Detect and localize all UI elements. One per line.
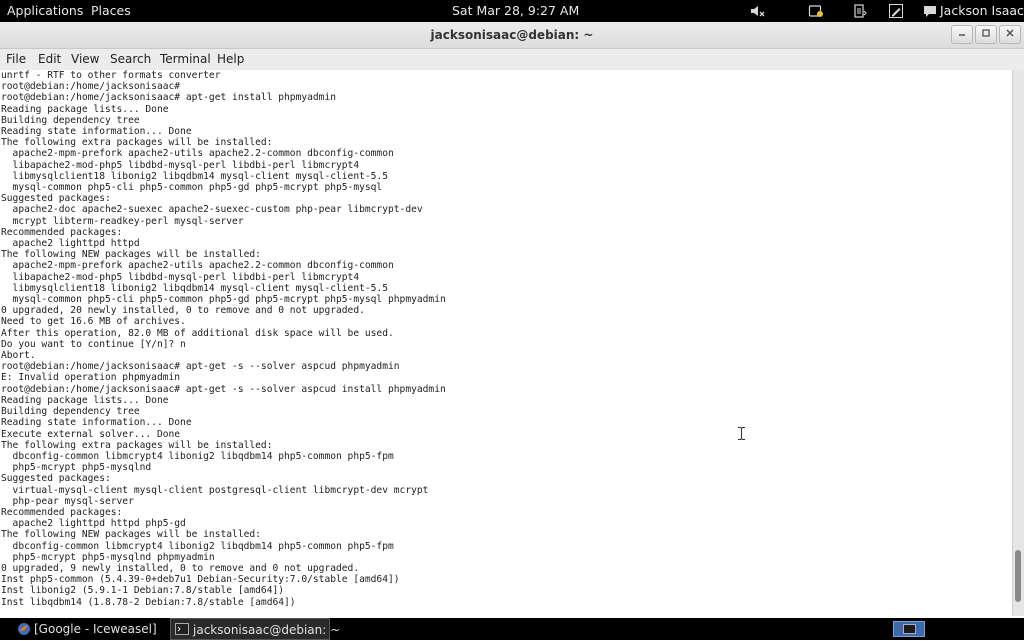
chat-bubble-icon[interactable] xyxy=(922,3,938,19)
terminal-line: virtual-mysql-client mysql-client postgr… xyxy=(1,484,429,496)
terminal-line: apache2 lighttpd httpd php5-gd xyxy=(1,518,186,530)
window-title: jacksonisaac@debian: ~ xyxy=(430,28,594,42)
terminal-line: Reading package lists... Done xyxy=(1,103,169,115)
terminal-line: apache2 lighttpd httpd xyxy=(1,238,140,250)
terminal-line: apache2-mpm-prefork apache2-utils apache… xyxy=(1,260,394,272)
menu-edit[interactable]: Edit xyxy=(38,52,61,66)
minimize-button[interactable] xyxy=(951,25,973,44)
clock[interactable]: Sat Mar 28, 9:27 AM xyxy=(452,3,579,19)
iceweasel-icon xyxy=(18,623,30,635)
terminal-line: dbconfig-common libmcrypt4 libonig2 libq… xyxy=(1,450,394,462)
terminal-line: Abort. xyxy=(1,350,36,362)
terminal-line: root@debian:/home/jacksonisaac# apt-get … xyxy=(1,383,446,395)
terminal-line: Building dependency tree xyxy=(1,114,140,126)
applications-menu[interactable]: Applications xyxy=(7,3,83,19)
terminal-line: Inst libonig2 (5.9.1-1 Debian:7.8/stable… xyxy=(1,585,285,597)
taskbar-item-label: [Google - Iceweasel] xyxy=(34,622,157,636)
terminal-line: After this operation, 82.0 MB of additio… xyxy=(1,327,394,339)
terminal-line: Recommended packages: xyxy=(1,226,123,238)
taskbar-item-label: jacksonisaac@debian: ~ xyxy=(193,623,341,637)
terminal-line: E: Invalid operation phpmyadmin xyxy=(1,372,181,384)
terminal-line: libapache2-mod-php5 libdbd-mysql-perl li… xyxy=(1,271,360,283)
maximize-icon xyxy=(982,29,990,37)
close-icon xyxy=(1006,29,1014,37)
terminal-icon xyxy=(175,623,189,635)
terminal-line: dbconfig-common libmcrypt4 libonig2 libq… xyxy=(1,540,394,552)
taskbar-item-iceweasel[interactable]: [Google - Iceweasel] xyxy=(14,618,169,640)
terminal-line: php5-mcrypt php5-mysqlnd xyxy=(1,462,152,474)
menu-terminal[interactable]: Terminal xyxy=(160,52,211,66)
taskbar: [Google - Iceweasel] jacksonisaac@debian… xyxy=(0,618,1024,640)
terminal-line: mysql-common php5-cli php5-common php5-g… xyxy=(1,294,446,306)
terminal-line: Suggested packages: xyxy=(1,473,111,485)
text-cursor-icon xyxy=(738,427,745,440)
terminal-line: php5-mcrypt php5-mysqlnd phpmyadmin xyxy=(1,551,215,563)
volume-muted-icon[interactable] xyxy=(749,3,765,19)
terminal-line: Building dependency tree xyxy=(1,406,140,418)
terminal-line: apache2-mpm-prefork apache2-utils apache… xyxy=(1,148,394,160)
places-menu[interactable]: Places xyxy=(91,3,131,19)
terminal-line: Do you want to continue [Y/n]? n xyxy=(1,338,186,350)
maximize-button[interactable] xyxy=(975,25,997,44)
terminal-output-area[interactable]: unrtf - RTF to other formats converter ro… xyxy=(0,70,1012,616)
user-menu[interactable]: Jackson Isaac xyxy=(940,3,1024,19)
terminal-line: root@debian:/home/jacksonisaac# apt-get … xyxy=(1,361,400,373)
terminal-line: Reading state information... Done xyxy=(1,417,192,429)
terminal-line: root@debian:/home/jacksonisaac# apt-get … xyxy=(1,92,337,104)
terminal-line: Inst libqdbm14 (1.8.78-2 Debian:7.8/stab… xyxy=(1,596,296,608)
terminal-line: apache2-doc apache2-suexec apache2-suexe… xyxy=(1,204,423,216)
terminal-line: 0 upgraded, 20 newly installed, 0 to rem… xyxy=(1,305,365,317)
terminal-line: 0 upgraded, 9 newly installed, 0 to remo… xyxy=(1,562,360,574)
taskbar-item-terminal[interactable]: jacksonisaac@debian: ~ xyxy=(170,618,340,640)
scrollbar-thumb[interactable] xyxy=(1015,550,1021,602)
terminal-line: The following NEW packages will be insta… xyxy=(1,249,261,261)
menu-file[interactable]: File xyxy=(6,52,26,66)
menu-search[interactable]: Search xyxy=(110,52,151,66)
minimize-icon xyxy=(959,34,965,36)
terminal-line: unrtf - RTF to other formats converter xyxy=(1,70,221,81)
terminal-line: libmysqlclient18 libonig2 libqdbm14 mysq… xyxy=(1,170,388,182)
terminal-line: Reading state information... Done xyxy=(1,126,192,138)
menu-help[interactable]: Help xyxy=(217,52,244,66)
close-button[interactable] xyxy=(999,25,1021,44)
terminal-text: unrtf - RTF to other formats converter ro… xyxy=(0,70,1012,608)
workspace-window-thumbnail xyxy=(903,624,916,634)
terminal-line: Recommended packages: xyxy=(1,506,123,518)
clipboard-icon[interactable] xyxy=(852,3,868,19)
top-panel: Applications Places Sat Mar 28, 9:27 AM … xyxy=(0,0,1024,22)
terminal-line: php-pear mysql-server xyxy=(1,495,134,507)
terminal-line: Suggested packages: xyxy=(1,193,111,205)
terminal-scrollbar[interactable] xyxy=(1012,70,1024,616)
terminal-line: libapache2-mod-php5 libdbd-mysql-perl li… xyxy=(1,159,360,171)
terminal-line: Execute external solver... Done xyxy=(1,428,181,440)
terminal-line: Reading package lists... Done xyxy=(1,394,169,406)
terminal-line: The following NEW packages will be insta… xyxy=(1,529,261,541)
terminal-line: The following extra packages will be ins… xyxy=(1,439,273,451)
notification-icon[interactable] xyxy=(808,3,824,19)
window-title-bar[interactable]: jacksonisaac@debian: ~ xyxy=(0,22,1024,49)
menubar: File Edit View Search Terminal Help xyxy=(0,49,1024,71)
terminal-line: root@debian:/home/jacksonisaac# xyxy=(1,81,181,93)
terminal-line: mcrypt libterm-readkey-perl mysql-server xyxy=(1,215,244,227)
menu-view[interactable]: View xyxy=(71,52,99,66)
terminal-line: Inst php5-common (5.4.39-0+deb7u1 Debian… xyxy=(1,574,400,586)
pen-icon[interactable] xyxy=(888,3,904,19)
terminal-line: libmysqlclient18 libonig2 libqdbm14 mysq… xyxy=(1,282,388,294)
terminal-line: The following extra packages will be ins… xyxy=(1,137,273,149)
terminal-line: Need to get 16.6 MB of archives. xyxy=(1,316,186,328)
terminal-line: mysql-common php5-cli php5-common php5-g… xyxy=(1,182,383,194)
